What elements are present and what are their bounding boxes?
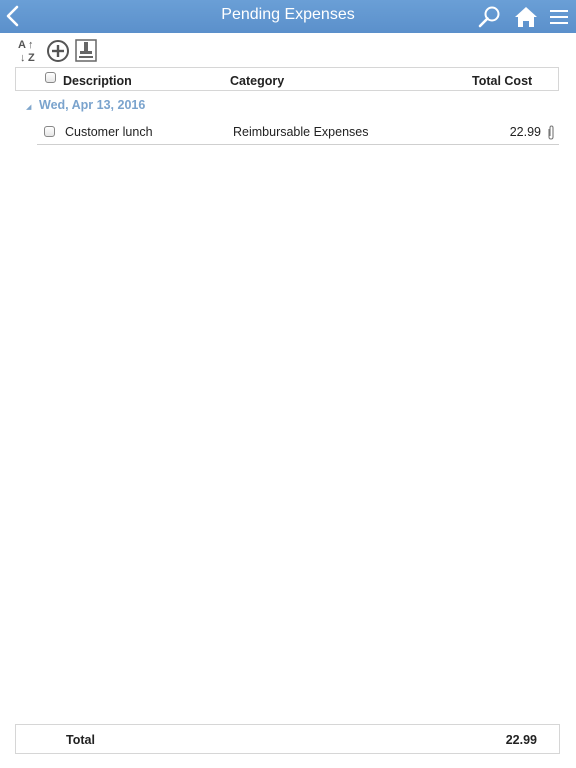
- svg-text:↓: ↓: [20, 52, 26, 64]
- total-label: Total: [66, 733, 95, 747]
- row-checkbox[interactable]: [44, 126, 55, 137]
- header-bar: Pending Expenses: [0, 0, 576, 33]
- svg-text:Z: Z: [28, 52, 35, 64]
- column-header-total-cost[interactable]: Total Cost: [472, 74, 532, 88]
- hamburger-menu-icon[interactable]: [548, 6, 570, 28]
- home-icon[interactable]: [513, 4, 539, 30]
- toolbar: A ↑ ↓ Z: [16, 37, 116, 65]
- total-value: 22.99: [505, 733, 537, 747]
- select-all-checkbox[interactable]: [45, 72, 56, 83]
- row-total-cost: 22.99: [509, 125, 541, 139]
- svg-text:A: A: [18, 39, 26, 51]
- paperclip-icon[interactable]: [546, 125, 556, 146]
- table-row[interactable]: Customer lunch Reimbursable Expenses 22.…: [37, 120, 559, 145]
- stamp-icon[interactable]: [74, 37, 100, 65]
- add-circle-icon[interactable]: [46, 37, 72, 65]
- sort-az-icon[interactable]: A ↑ ↓ Z: [16, 37, 42, 65]
- row-description: Customer lunch: [65, 125, 153, 139]
- table-header: Description Category Total Cost: [15, 67, 559, 91]
- collapse-triangle-icon[interactable]: ◢: [26, 103, 31, 111]
- row-category: Reimbursable Expenses: [233, 125, 369, 139]
- column-header-category[interactable]: Category: [230, 74, 284, 88]
- totals-footer: Total 22.99: [15, 724, 560, 754]
- search-icon[interactable]: [477, 4, 503, 30]
- svg-text:↑: ↑: [28, 39, 34, 51]
- column-header-description[interactable]: Description: [63, 74, 132, 88]
- group-date: Wed, Apr 13, 2016: [39, 98, 146, 112]
